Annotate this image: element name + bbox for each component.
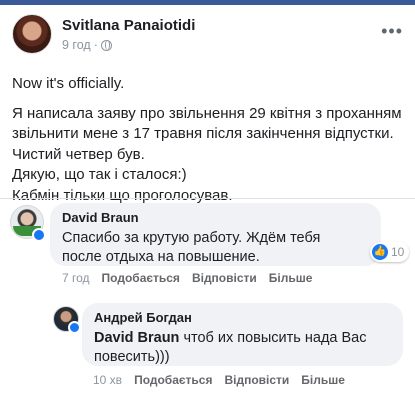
comment-author[interactable]: Андрей Богдан bbox=[94, 310, 192, 325]
post-line: звільнити мене з 17 травня після закінче… bbox=[12, 125, 394, 142]
comment-actions: 10 хв Подобається Відповісти Більше bbox=[93, 373, 345, 387]
badge-icon bbox=[68, 321, 81, 334]
comment-bubble: David Braun Спасибо за крутую работу. Жд… bbox=[50, 203, 381, 266]
reply-button[interactable]: Відповісти bbox=[192, 271, 257, 285]
more-button[interactable]: Більше bbox=[269, 271, 313, 285]
comment-line: после отдыха на повышение. bbox=[62, 249, 260, 265]
comment-time[interactable]: 7 год bbox=[62, 271, 90, 285]
like-button[interactable]: Подобається bbox=[134, 373, 212, 387]
comment-time[interactable]: 10 хв bbox=[93, 373, 122, 387]
comment-text: Спасибо за крутую работу. Ждём тебя посл… bbox=[62, 229, 372, 267]
meta-separator: · bbox=[93, 38, 98, 52]
post-meta: 9 год · bbox=[62, 38, 112, 52]
reaction-summary[interactable]: 👍 10 bbox=[370, 242, 410, 262]
reply-bubble: Андрей Богдан David Braun чтоб их повыси… bbox=[82, 303, 403, 366]
globe-icon bbox=[100, 39, 112, 51]
reaction-count: 10 bbox=[391, 245, 405, 259]
reply-button[interactable]: Відповісти bbox=[224, 373, 289, 387]
comment-line: David Braun чтоб их повысить нада Вас bbox=[94, 329, 394, 348]
post-line: Дякую, що так і сталося:) bbox=[12, 166, 187, 183]
author-avatar[interactable] bbox=[12, 14, 52, 54]
post-line: Now it's officially. bbox=[12, 75, 125, 92]
post-text: Now it's officially. Я написала заяву пр… bbox=[12, 74, 412, 206]
like-button[interactable]: Подобається bbox=[102, 271, 180, 285]
badge-icon bbox=[32, 228, 46, 242]
comment-author[interactable]: David Braun bbox=[62, 210, 139, 225]
comment-line: повесить))) bbox=[94, 349, 170, 365]
divider bbox=[0, 198, 415, 199]
comment-line-text: чтоб их повысить нада Вас bbox=[183, 330, 367, 346]
comment-actions: 7 год Подобається Відповісти Більше bbox=[62, 271, 312, 285]
top-bar bbox=[0, 0, 415, 5]
post-author-name[interactable]: Svitlana Panaiotidi bbox=[62, 17, 195, 34]
post-line: Я написала заяву про звільнення 29 квітн… bbox=[12, 104, 402, 122]
comment-text: David Braun чтоб их повысить нада Вас по… bbox=[94, 329, 394, 367]
more-button[interactable]: Більше bbox=[301, 373, 345, 387]
post-header: Svitlana Panaiotidi 9 год · ••• bbox=[12, 14, 407, 62]
comment-line: Спасибо за крутую работу. Ждём тебя bbox=[62, 230, 321, 246]
post-line: Чистий четвер був. bbox=[12, 145, 145, 163]
more-options-icon[interactable]: ••• bbox=[381, 22, 403, 40]
post-time[interactable]: 9 год bbox=[62, 38, 91, 52]
like-reaction-icon: 👍 bbox=[372, 244, 388, 260]
mention-link[interactable]: David Braun bbox=[94, 330, 179, 346]
